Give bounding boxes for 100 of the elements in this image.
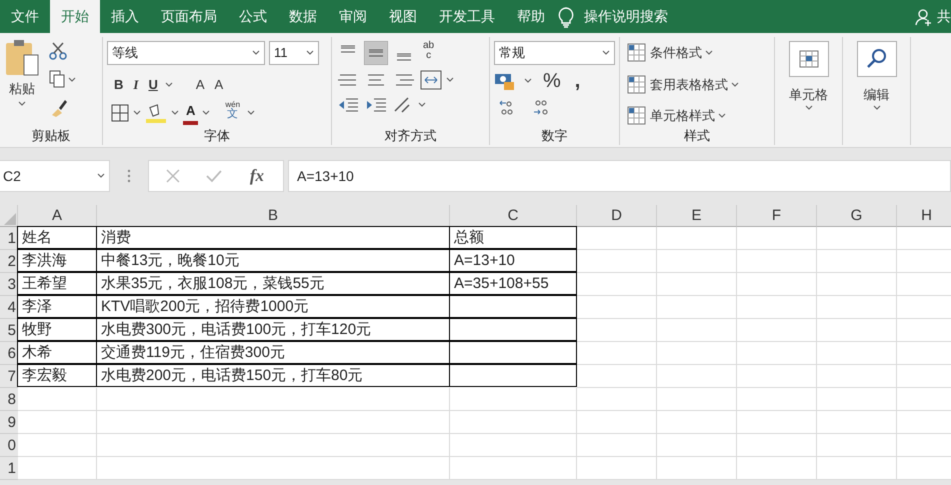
ribbon-tab[interactable]: 开发工具 [428, 0, 506, 33]
share-person-icon[interactable] [915, 8, 933, 26]
table-cell[interactable] [449, 341, 577, 364]
caret-icon[interactable] [705, 50, 713, 56]
scissors-icon[interactable] [48, 41, 68, 61]
font-size-dropdown[interactable]: 11 [269, 41, 319, 65]
column-header[interactable]: C [450, 205, 577, 227]
caret-icon[interactable] [524, 78, 532, 84]
column-header[interactable]: D [577, 205, 657, 227]
number-format-dropdown[interactable]: 常规 [494, 41, 615, 65]
insert-function-button[interactable]: fx [246, 164, 267, 188]
bold-button[interactable]: B [111, 73, 126, 97]
ribbon-tab[interactable]: 页面布局 [150, 0, 228, 33]
phonetic-text: wén [225, 101, 240, 109]
table-cell[interactable]: 李宏毅 [17, 364, 97, 387]
table-cell[interactable]: 牧野 [17, 318, 97, 341]
caret-icon[interactable] [418, 102, 426, 108]
caret-icon[interactable] [804, 104, 812, 110]
clipboard-icon[interactable] [4, 37, 40, 77]
italic-button[interactable]: I [130, 73, 142, 97]
table-format-icon [627, 74, 647, 94]
column-header[interactable]: H [897, 205, 951, 227]
wrap-text-button[interactable]: ab c [420, 41, 438, 65]
caret-icon[interactable] [446, 77, 454, 83]
table-cell[interactable]: KTV唱歌200元，招待费1000元 [96, 295, 450, 318]
caret-icon[interactable] [18, 101, 26, 107]
caret-icon[interactable] [252, 50, 260, 56]
ribbon-tab[interactable]: 插入 [100, 0, 150, 33]
fill-color-icon[interactable] [145, 102, 167, 124]
currency-icon[interactable] [494, 71, 516, 91]
column-header[interactable]: G [817, 205, 897, 227]
table-cell[interactable] [449, 318, 577, 341]
table-cell[interactable]: 中餐13元，晚餐10元 [96, 249, 450, 272]
tell-me-search[interactable]: 操作说明搜索 [584, 6, 668, 27]
shrink-font-button[interactable]: A [212, 73, 226, 97]
drag-handle-icon[interactable] [126, 168, 132, 184]
caret-icon[interactable] [602, 50, 610, 56]
ribbon-tab[interactable]: 开始 [50, 0, 100, 33]
column-header[interactable]: E [657, 205, 737, 227]
table-cell[interactable]: 交通费119元，住宿费300元 [96, 341, 450, 364]
table-cell[interactable]: 消费 [96, 226, 450, 249]
share-button[interactable]: 共 [937, 6, 951, 27]
ribbon-big-button[interactable]: 编辑 [854, 41, 900, 110]
ribbon-tab[interactable]: 数据 [278, 0, 328, 33]
table-cell[interactable]: 水果35元，衣服108元，菜钱55元 [96, 272, 450, 295]
column-header[interactable]: B [97, 205, 450, 227]
check-icon[interactable] [204, 168, 223, 184]
table-cell[interactable]: 李泽 [17, 295, 97, 318]
wrap-text-label: c [426, 51, 432, 61]
ribbon-tab[interactable]: 视图 [378, 0, 428, 33]
caret-icon[interactable] [872, 104, 880, 110]
styles-menu-button[interactable]: 条件格式 [624, 41, 716, 65]
ribbon-tab[interactable]: 审阅 [328, 0, 378, 33]
table-cell[interactable]: 总额 [449, 226, 577, 249]
table-cell[interactable]: 王希望 [17, 272, 97, 295]
caret-icon[interactable] [202, 110, 210, 116]
merge-cells-icon[interactable] [420, 70, 442, 90]
table-cell[interactable]: A=35+108+55 [449, 272, 577, 295]
caret-icon[interactable] [247, 110, 256, 116]
table-cell[interactable]: 水电费300元，电话费100元，打车120元 [96, 318, 450, 341]
cancel-icon[interactable] [165, 168, 181, 184]
percent-button[interactable]: % [540, 69, 564, 93]
caret-icon[interactable] [133, 110, 141, 116]
copy-icon[interactable] [48, 69, 76, 89]
lightbulb-icon[interactable] [556, 6, 576, 28]
table-cell[interactable]: 木希 [17, 341, 97, 364]
styles-menu-button[interactable]: 套用表格格式 [624, 72, 742, 96]
table-cell[interactable]: 水电费200元，电话费150元，打车80元 [96, 364, 450, 387]
styles-menu-label: 套用表格格式 [650, 76, 728, 94]
caret-icon[interactable] [731, 82, 739, 88]
table-cell[interactable]: 姓名 [17, 226, 97, 249]
column-header[interactable]: A [18, 205, 97, 227]
ribbon-big-button[interactable]: 单元格 [786, 41, 832, 110]
borders-icon[interactable] [111, 104, 129, 122]
ribbon-tab[interactable]: 帮助 [506, 0, 556, 33]
table-cell[interactable] [449, 364, 577, 387]
comma-button[interactable]: , [572, 69, 584, 93]
name-box[interactable]: C2 [0, 160, 110, 192]
table-cell[interactable] [449, 295, 577, 318]
ribbon-big-label: 单元格 [789, 86, 828, 104]
caret-icon[interactable] [171, 110, 179, 116]
caret-icon[interactable] [306, 50, 314, 56]
vertical-align-icon[interactable] [364, 41, 388, 65]
caret-icon[interactable] [164, 82, 173, 88]
table-cell[interactable]: 李洪海 [17, 249, 97, 272]
styles-menu-button[interactable]: 单元格样式 [624, 104, 729, 128]
ribbon-tab[interactable]: 文件 [0, 0, 50, 33]
font-name-dropdown[interactable]: 等线 [107, 41, 265, 65]
formula-input[interactable]: A=13+10 [288, 160, 951, 192]
caret-icon[interactable] [718, 113, 726, 119]
styles-menu-label: 条件格式 [650, 44, 702, 62]
ribbon-tab[interactable]: 公式 [228, 0, 278, 33]
caret-icon[interactable] [97, 173, 105, 179]
column-header[interactable]: F [737, 205, 817, 227]
underline-button[interactable]: U [145, 73, 161, 97]
grow-font-button[interactable]: A [192, 73, 208, 97]
table-cell[interactable]: A=13+10 [449, 249, 577, 272]
font-color-button[interactable]: A [183, 101, 198, 125]
phonetic-button[interactable]: wén 文 [222, 101, 244, 125]
paste-button[interactable]: 粘贴 [6, 77, 38, 101]
